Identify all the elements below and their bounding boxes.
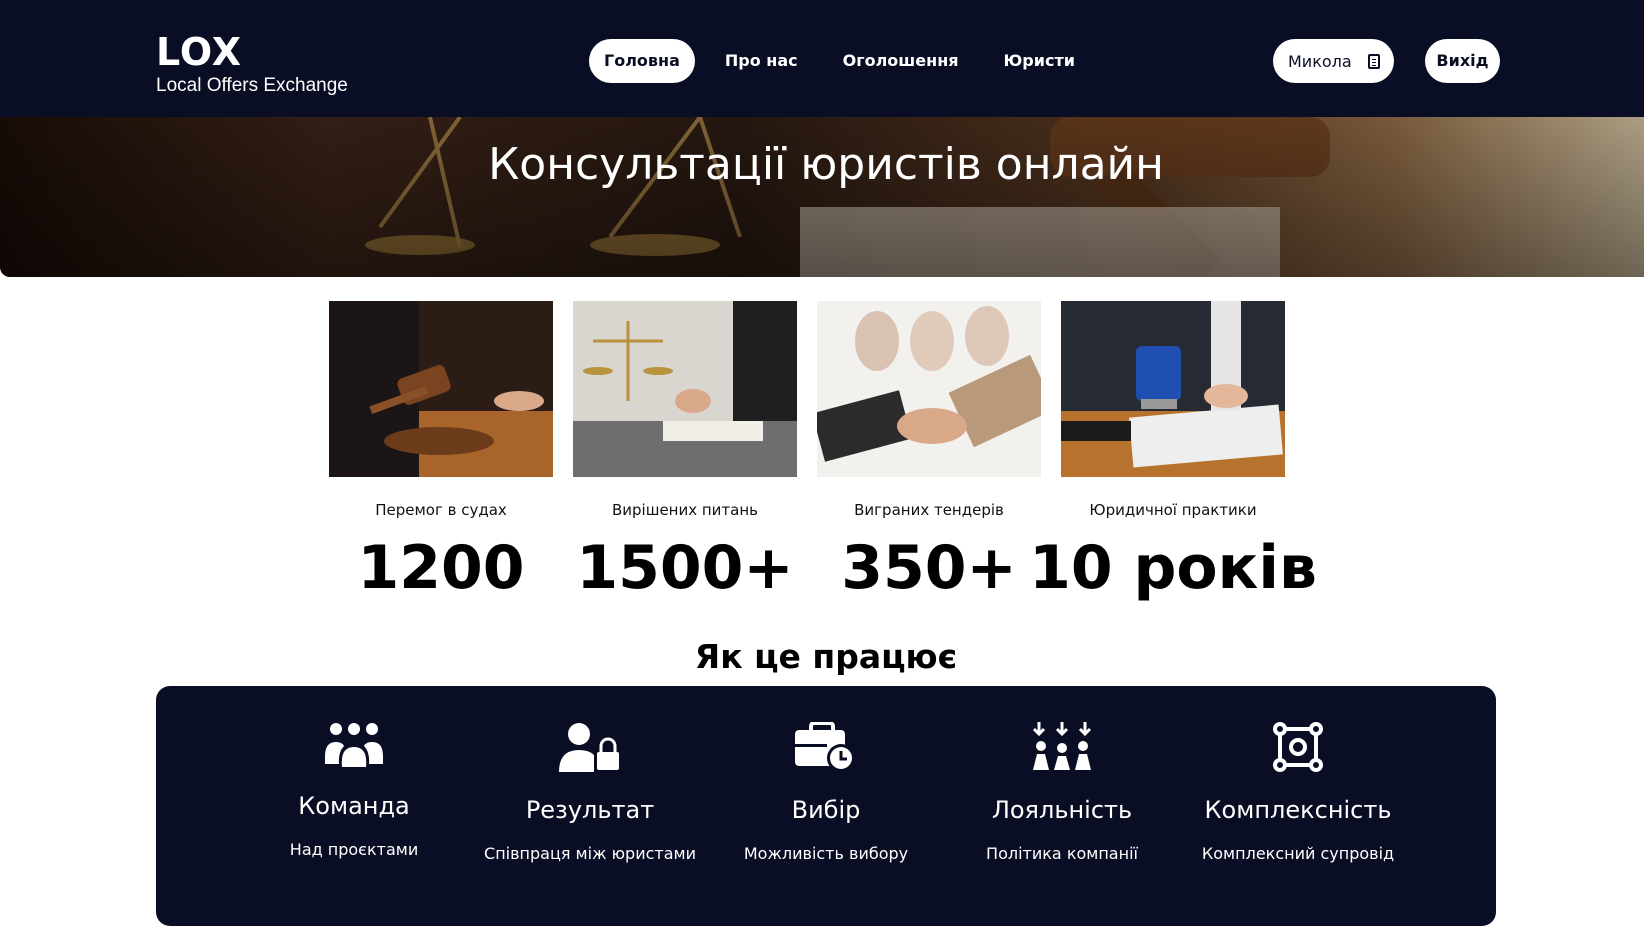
feature-card: Команда Над проєктами [234, 722, 474, 859]
stamp-document-photo [1061, 301, 1285, 477]
stat-value: 10 років [1029, 533, 1317, 603]
stat-label: Юридичної практики [1089, 501, 1257, 519]
logout-button[interactable]: Вихід [1425, 39, 1500, 83]
feature-text: Співпраця між юристами [484, 844, 696, 863]
stat-card: Юридичної практики 10 років [1029, 301, 1317, 603]
handshake-photo [817, 301, 1041, 477]
stat-card: Вирішених питань 1500+ [573, 301, 797, 603]
hero-banner: Консультації юристів онлайн [0, 117, 1644, 277]
feature-title: Комплексність [1204, 796, 1392, 824]
how-it-works-title: Як це працює [694, 637, 958, 676]
stat-label: Виграних тендерів [854, 501, 1004, 519]
main-nav: Головна Про нас Оголошення Юристи [589, 39, 1105, 83]
feature-title: Лояльність [991, 796, 1133, 824]
feature-card: Результат Співпраця між юристами [470, 722, 710, 863]
feature-text: Над проєктами [289, 840, 419, 859]
scales-signing-photo [573, 301, 797, 477]
document-icon [1367, 53, 1380, 69]
feature-text: Комплексний супровід [1201, 844, 1395, 863]
user-profile-button[interactable]: Микола [1273, 39, 1394, 83]
feature-card: Комплексність Комплексний супровід [1178, 722, 1418, 863]
logo-subtitle: Local Offers Exchange [156, 75, 348, 96]
team-icon [325, 723, 383, 767]
nav-item-about[interactable]: Про нас [710, 39, 813, 83]
feature-title: Вибір [791, 796, 861, 824]
feature-title: Результат [525, 796, 655, 824]
object-group-icon [1273, 722, 1323, 772]
feature-text: Політика компанії [986, 844, 1138, 863]
feature-text: Можливість вибору [743, 844, 909, 863]
briefcase-clock-icon [795, 722, 855, 772]
user-lock-icon [559, 723, 619, 772]
stat-label: Вирішених питань [611, 501, 758, 519]
hero-title: Консультації юристів онлайн [488, 139, 1164, 190]
people-arrows-icon [1032, 722, 1092, 770]
feature-card: Лояльність Політика компанії [942, 722, 1182, 863]
site-header: LOX Local Offers Exchange Головна Про на… [0, 0, 1644, 117]
logo[interactable]: LOX Local Offers Exchange [156, 32, 348, 98]
nav-item-home[interactable]: Головна [589, 39, 695, 83]
how-it-works-panel: Команда Над проєктами Результат Співпрац… [156, 686, 1496, 926]
feature-title: Команда [298, 792, 410, 820]
user-name: Микола [1288, 51, 1352, 71]
judge-gavel-photo [329, 301, 553, 477]
logo-title: LOX [156, 30, 243, 74]
stat-label: Перемог в судах [375, 501, 507, 519]
stat-card: Виграних тендерів 350+ [817, 301, 1041, 603]
nav-item-listings[interactable]: Оголошення [828, 39, 974, 83]
nav-item-lawyers[interactable]: Юристи [989, 39, 1090, 83]
stat-card: Перемог в судах 1200 [329, 301, 553, 603]
feature-card: Вибір Можливість вибору [706, 722, 946, 863]
